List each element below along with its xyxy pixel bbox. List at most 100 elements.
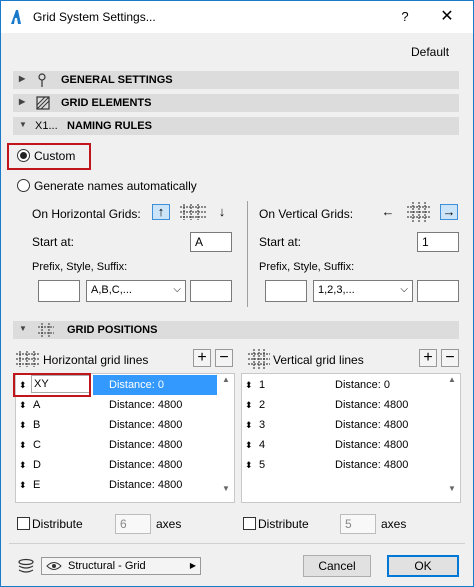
row-name: 1 xyxy=(259,379,266,391)
section-naming-rules[interactable]: ▼ X1... NAMING RULES xyxy=(13,117,459,135)
vertical-list-title: Vertical grid lines xyxy=(273,353,364,367)
drag-handle-icon[interactable]: ⬍ xyxy=(19,415,27,435)
row-name: A xyxy=(33,399,41,411)
scroll-down-icon[interactable]: ▼ xyxy=(219,484,233,493)
drag-handle-icon[interactable]: ⬍ xyxy=(19,475,27,495)
list-scrollbar[interactable]: ▲ ▼ xyxy=(219,375,233,493)
default-button[interactable]: Default xyxy=(411,45,449,59)
section-label: NAMING RULES xyxy=(67,120,152,132)
horizontal-axes-input[interactable]: 6 xyxy=(115,514,151,534)
remove-horizontal-button[interactable]: − xyxy=(215,349,233,367)
arrow-up-button[interactable]: ↑ xyxy=(152,204,170,220)
section-label: GRID POSITIONS xyxy=(67,324,158,336)
layers-icon xyxy=(18,558,34,573)
row-name: B xyxy=(33,419,41,431)
vertical-style-value: 1,2,3,... xyxy=(318,284,355,296)
row-name: 3 xyxy=(259,419,266,431)
row-distance: Distance: 4800 xyxy=(335,399,409,411)
table-row[interactable]: ⬍ 4 Distance: 4800 xyxy=(243,435,445,455)
generate-auto-label: Generate names automatically xyxy=(34,179,197,193)
list-scrollbar[interactable]: ▲ ▼ xyxy=(445,375,459,493)
vertical-axes-input[interactable]: 5 xyxy=(340,514,376,534)
arrow-left-button[interactable]: ← xyxy=(379,204,397,220)
table-row[interactable]: ⬍ B Distance: 4800 xyxy=(17,415,219,435)
archicad-logo-icon xyxy=(11,10,21,24)
distribute-horizontal-checkbox[interactable] xyxy=(17,517,30,530)
row-name: 4 xyxy=(259,439,266,451)
horizontal-axes-label: axes xyxy=(156,517,182,531)
row-distance: Distance: 0 xyxy=(109,379,165,391)
row-name: 2 xyxy=(259,399,266,411)
vertical-grid-list[interactable]: ⬍ 1 Distance: 0 ⬍ 2 Distance: 4800 ⬍ 3 D… xyxy=(241,373,461,503)
cancel-button[interactable]: Cancel xyxy=(303,555,371,577)
horizontal-lines-icon xyxy=(16,351,40,367)
generate-auto-radio[interactable] xyxy=(17,179,30,192)
row-name: 5 xyxy=(259,459,266,471)
horizontal-grids-label: On Horizontal Grids: xyxy=(32,207,141,221)
vertical-grids-label: On Vertical Grids: xyxy=(259,207,354,221)
distribute-horizontal-label: Distribute xyxy=(32,517,83,531)
section-grid-positions[interactable]: ▼ GRID POSITIONS xyxy=(13,321,459,339)
custom-radio[interactable] xyxy=(17,149,30,162)
scroll-down-icon[interactable]: ▼ xyxy=(445,484,459,493)
row-distance: Distance: 0 xyxy=(335,379,391,391)
section-general-settings[interactable]: ▶ GENERAL SETTINGS xyxy=(13,71,459,89)
grid-positions-icon xyxy=(38,323,54,337)
arrow-right-button[interactable]: → xyxy=(440,204,458,220)
grid-elements-icon xyxy=(36,96,50,110)
drag-handle-icon[interactable]: ⬍ xyxy=(245,415,253,435)
close-button[interactable]: ✕ xyxy=(435,6,459,28)
horizontal-list-title: Horizontal grid lines xyxy=(43,353,149,367)
custom-label: Custom xyxy=(34,149,76,163)
footer-divider xyxy=(9,543,465,544)
table-row[interactable]: ⬍ 3 Distance: 4800 xyxy=(243,415,445,435)
naming-rules-icon: X1... xyxy=(35,120,58,132)
distribute-vertical-checkbox[interactable] xyxy=(243,517,256,530)
vertical-start-label: Start at: xyxy=(259,235,302,249)
vertical-style-select[interactable]: 1,2,3,... ⌵ xyxy=(313,280,413,302)
scroll-up-icon[interactable]: ▲ xyxy=(445,375,459,384)
horizontal-prefix-input[interactable] xyxy=(38,280,80,302)
horizontal-style-select[interactable]: A,B,C,... ⌵ xyxy=(86,280,186,302)
row-distance: Distance: 4800 xyxy=(109,419,183,431)
vertical-grid-lines-icon xyxy=(407,202,431,222)
highlight-box xyxy=(13,373,91,397)
horizontal-start-input[interactable]: A xyxy=(190,232,232,252)
arrow-down-button[interactable]: ↓ xyxy=(213,204,231,220)
drag-handle-icon[interactable]: ⬍ xyxy=(19,435,27,455)
table-row[interactable]: ⬍ 5 Distance: 4800 xyxy=(243,455,445,475)
vertical-axes-label: axes xyxy=(381,517,407,531)
vertical-start-input[interactable]: 1 xyxy=(417,232,459,252)
drag-handle-icon[interactable]: ⬍ xyxy=(245,375,253,395)
vertical-prefix-input[interactable] xyxy=(265,280,307,302)
table-row[interactable]: ⬍ 1 Distance: 0 xyxy=(243,375,445,395)
row-distance: Distance: 4800 xyxy=(109,459,183,471)
eye-icon xyxy=(46,562,62,570)
row-name: C xyxy=(33,439,41,451)
table-row[interactable]: ⬍ D Distance: 4800 xyxy=(17,455,219,475)
row-distance: Distance: 4800 xyxy=(109,439,183,451)
drag-handle-icon[interactable]: ⬍ xyxy=(19,395,27,415)
horizontal-suffix-input[interactable] xyxy=(190,280,232,302)
row-distance: Distance: 4800 xyxy=(335,459,409,471)
drag-handle-icon[interactable]: ⬍ xyxy=(245,395,253,415)
drag-handle-icon[interactable]: ⬍ xyxy=(19,455,27,475)
table-row[interactable]: ⬍ A Distance: 4800 xyxy=(17,395,219,415)
ok-button[interactable]: OK xyxy=(387,555,459,577)
remove-vertical-button[interactable]: − xyxy=(441,349,459,367)
title-bar: Grid System Settings... ? ✕ xyxy=(1,1,473,33)
row-name: E xyxy=(33,479,41,491)
help-button[interactable]: ? xyxy=(393,7,417,27)
section-grid-elements[interactable]: ▶ GRID ELEMENTS xyxy=(13,94,459,112)
table-row[interactable]: ⬍ 2 Distance: 4800 xyxy=(243,395,445,415)
drag-handle-icon[interactable]: ⬍ xyxy=(245,435,253,455)
scroll-up-icon[interactable]: ▲ xyxy=(219,375,233,384)
layer-select[interactable]: Structural - Grid ▶ xyxy=(41,557,201,575)
table-row[interactable]: ⬍ C Distance: 4800 xyxy=(17,435,219,455)
expand-triangle-icon: ▶ xyxy=(19,74,26,83)
vertical-suffix-input[interactable] xyxy=(417,280,459,302)
table-row[interactable]: ⬍ E Distance: 4800 xyxy=(17,475,219,495)
drag-handle-icon[interactable]: ⬍ xyxy=(245,455,253,475)
add-vertical-button[interactable]: + xyxy=(419,349,437,367)
add-horizontal-button[interactable]: + xyxy=(193,349,211,367)
